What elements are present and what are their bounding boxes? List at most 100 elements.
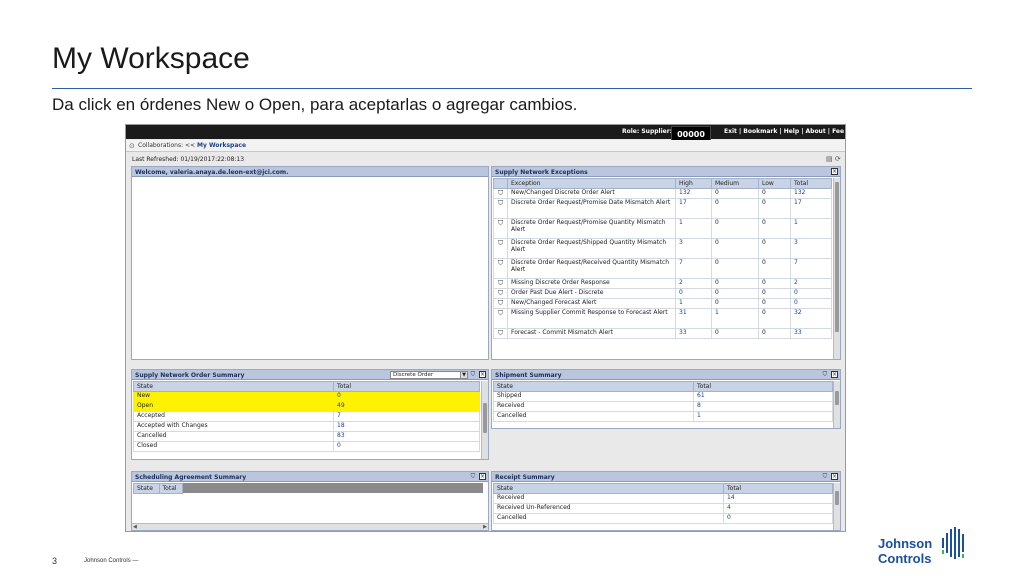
table-row[interactable]: Cancelled 83 [133, 431, 480, 442]
exception-total[interactable]: 0 [790, 288, 832, 299]
exception-name[interactable]: Forecast - Commit Mismatch Alert [507, 328, 676, 339]
table-row[interactable]: ⛉ New/Changed Forecast Alert 1 0 0 0 [493, 298, 832, 309]
order-summary-scrollbar[interactable] [481, 381, 488, 459]
table-row[interactable]: Shipped 61 [493, 391, 833, 402]
exception-name[interactable]: Missing Discrete Order Response [507, 278, 676, 289]
exception-low[interactable]: 0 [758, 308, 791, 329]
exception-low[interactable]: 0 [758, 258, 791, 279]
table-row[interactable]: Cancelled 0 [493, 513, 833, 524]
scheduling-scrollbar[interactable]: ◀ ▶ [132, 523, 488, 530]
exception-medium[interactable]: 0 [711, 218, 759, 239]
table-row[interactable]: Closed 0 [133, 441, 480, 452]
refresh-icon[interactable]: ⟳ [835, 155, 841, 163]
close-icon[interactable]: × [831, 371, 838, 378]
filter-icon[interactable]: ⛉ [493, 198, 508, 219]
close-icon[interactable]: × [479, 473, 486, 480]
order-total[interactable]: 0 [333, 391, 480, 402]
exception-name[interactable]: New/Changed Forecast Alert [507, 298, 676, 309]
exception-medium[interactable]: 0 [711, 278, 759, 289]
receipt-total[interactable]: 0 [723, 513, 833, 524]
exception-high[interactable]: 0 [675, 288, 712, 299]
receipt-total[interactable]: 14 [723, 493, 833, 504]
exception-high[interactable]: 33 [675, 328, 712, 339]
exception-high[interactable]: 7 [675, 258, 712, 279]
filter-icon[interactable]: ⛉ [493, 238, 508, 259]
table-row[interactable]: Received 8 [493, 401, 833, 412]
table-row[interactable]: Received 14 [493, 493, 833, 504]
exception-name[interactable]: Discrete Order Request/Promise Quantity … [507, 218, 676, 239]
table-row[interactable]: New 0 [133, 391, 480, 402]
filter-icon[interactable]: ⛉ [493, 298, 508, 309]
col-state[interactable]: State [493, 483, 724, 494]
col-total[interactable]: Total [790, 178, 832, 189]
table-row[interactable]: Received Un-Referenced 4 [493, 503, 833, 514]
breadcrumb-current[interactable]: My Workspace [197, 142, 246, 149]
filter-icon[interactable]: ⛉ [493, 188, 508, 199]
exception-high[interactable]: 31 [675, 308, 712, 329]
exception-medium[interactable]: 1 [711, 308, 759, 329]
order-state[interactable]: New [133, 391, 334, 402]
exception-medium[interactable]: 0 [711, 288, 759, 299]
exception-total[interactable]: 33 [790, 328, 832, 339]
exception-low[interactable]: 0 [758, 188, 791, 199]
filter-icon[interactable]: ⛉ [823, 473, 828, 480]
exception-medium[interactable]: 0 [711, 198, 759, 219]
chevron-down-icon[interactable]: ▼ [460, 372, 467, 378]
col-state[interactable]: State [133, 381, 334, 392]
order-state[interactable]: Accepted [133, 411, 334, 422]
table-row[interactable]: ⛉ Order Past Due Alert - Discrete 0 0 0 0 [493, 288, 832, 299]
order-type-select[interactable]: Discrete Order ▼ [390, 371, 468, 379]
exception-name[interactable]: New/Changed Discrete Order Alert [507, 188, 676, 199]
exception-total[interactable]: 32 [790, 308, 832, 329]
print-icon[interactable]: ▤ [826, 155, 833, 163]
breadcrumb-prefix[interactable]: Collaborations: << [138, 142, 195, 149]
order-state[interactable]: Cancelled [133, 431, 334, 442]
col-total[interactable]: Total [158, 483, 184, 494]
exception-low[interactable]: 0 [758, 278, 791, 289]
exception-medium[interactable]: 0 [711, 188, 759, 199]
exception-low[interactable]: 0 [758, 198, 791, 219]
table-row[interactable]: ⛉ Discrete Order Request/Shipped Quantity… [493, 238, 832, 259]
order-state[interactable]: Accepted with Changes [133, 421, 334, 432]
exception-high[interactable]: 3 [675, 238, 712, 259]
exception-total[interactable]: 132 [790, 188, 832, 199]
col-low[interactable]: Low [758, 178, 791, 189]
exception-high[interactable]: 132 [675, 188, 712, 199]
receipt-summary-scrollbar[interactable] [833, 483, 840, 530]
col-state[interactable]: State [493, 381, 694, 392]
toolbar-icons[interactable]: ▤ ⟳ [826, 155, 841, 163]
table-row[interactable]: ⛉ Discrete Order Request/Received Quantit… [493, 258, 832, 279]
table-row[interactable]: ⛉ Missing Discrete Order Response 2 0 0 2 [493, 278, 832, 289]
table-row[interactable]: ⛉ Missing Supplier Commit Response to For… [493, 308, 832, 329]
shipment-total[interactable]: 8 [693, 401, 833, 412]
order-total[interactable]: 7 [333, 411, 480, 422]
receipt-state[interactable]: Received Un-Referenced [493, 503, 724, 514]
exception-high[interactable]: 17 [675, 198, 712, 219]
table-row[interactable]: Accepted 7 [133, 411, 480, 422]
receipt-state[interactable]: Received [493, 493, 724, 504]
close-icon[interactable]: × [831, 473, 838, 480]
table-row[interactable]: Cancelled 1 [493, 411, 833, 422]
exception-high[interactable]: 1 [675, 218, 712, 239]
table-row[interactable]: ⛉ Discrete Order Request/Promise Quantity… [493, 218, 832, 239]
exception-total[interactable]: 2 [790, 278, 832, 289]
filter-icon[interactable]: ⛉ [493, 278, 508, 289]
filter-icon[interactable]: ⛉ [493, 308, 508, 329]
table-row[interactable]: ⛉ New/Changed Discrete Order Alert 132 0 0 13… [493, 188, 832, 199]
exception-low[interactable]: 0 [758, 298, 791, 309]
table-row[interactable]: ⛉ Discrete Order Request/Promise Date Mis… [493, 198, 832, 219]
exception-total[interactable]: 7 [790, 258, 832, 279]
col-high[interactable]: High [675, 178, 712, 189]
shipment-state[interactable]: Received [493, 401, 694, 412]
exception-medium[interactable]: 0 [711, 238, 759, 259]
filter-icon[interactable]: ⛉ [493, 258, 508, 279]
exception-name[interactable]: Discrete Order Request/Shipped Quantity … [507, 238, 676, 259]
exception-medium[interactable]: 0 [711, 328, 759, 339]
exception-low[interactable]: 0 [758, 218, 791, 239]
close-icon[interactable]: × [831, 168, 838, 175]
close-icon[interactable]: × [479, 371, 486, 378]
shipment-state[interactable]: Cancelled [493, 411, 694, 422]
order-total[interactable]: 83 [333, 431, 480, 442]
exception-high[interactable]: 1 [675, 298, 712, 309]
filter-icon[interactable]: ⛉ [493, 328, 508, 339]
